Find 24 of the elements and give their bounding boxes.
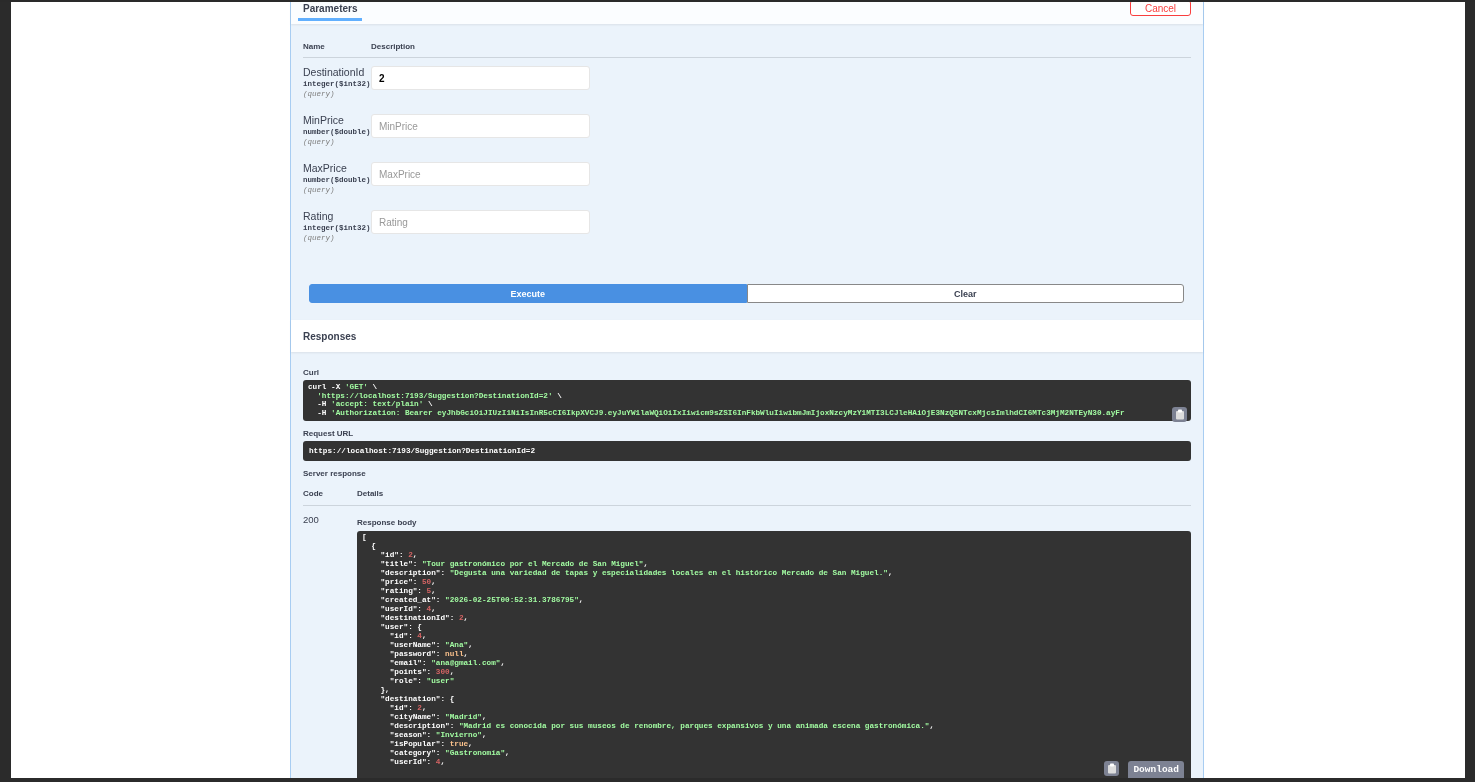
parameter-name: DestinationId xyxy=(303,66,366,78)
copy-icon[interactable] xyxy=(1104,761,1120,776)
download-button[interactable]: Download xyxy=(1128,761,1184,778)
copy-icon[interactable] xyxy=(1172,407,1187,422)
input-field[interactable]: 2 xyxy=(371,66,590,90)
column-header: Code xyxy=(303,488,324,498)
input-field[interactable]: MinPrice xyxy=(371,114,590,138)
column-header: Description xyxy=(371,42,415,51)
response-code: 200 xyxy=(303,513,320,527)
parameter-name: Rating xyxy=(303,210,335,222)
field-label: Curl xyxy=(303,368,320,377)
input-field[interactable]: MaxPrice xyxy=(371,162,590,186)
clear-button[interactable]: Clear xyxy=(746,284,1184,303)
column-header: Name xyxy=(303,42,326,51)
section-title: Responses xyxy=(303,330,357,342)
field-label: Request URL xyxy=(303,429,355,439)
tab[interactable]: Parameters xyxy=(298,2,363,21)
input-field[interactable]: Rating xyxy=(371,210,590,234)
parameter-name: MaxPrice xyxy=(303,162,348,174)
cancel-button[interactable]: Cancel xyxy=(1130,2,1191,16)
parameter-name: MinPrice xyxy=(303,114,345,126)
field-label: Response body xyxy=(357,517,418,527)
column-header: Details xyxy=(357,488,384,498)
field-label: Server response xyxy=(303,468,367,478)
